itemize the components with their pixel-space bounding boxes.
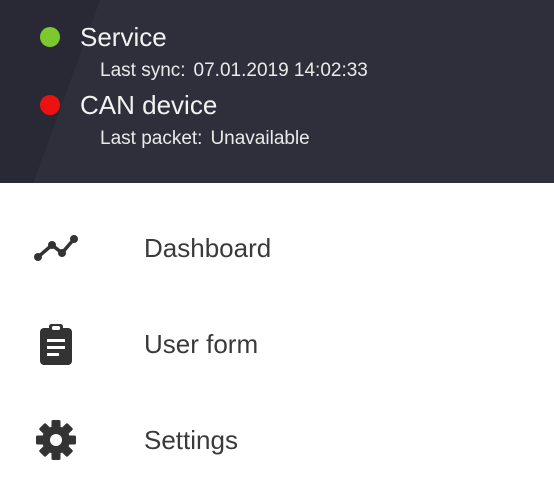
- can-device-status-dot: [40, 95, 60, 115]
- can-device-title: CAN device: [80, 90, 218, 120]
- menu-item-dashboard[interactable]: Dashboard: [0, 200, 554, 296]
- timeline-icon: [32, 224, 80, 272]
- menu-item-settings-label: Settings: [144, 425, 238, 455]
- last-sync-value: 07.01.2019 14:02:33: [193, 60, 368, 81]
- gear-icon: [32, 416, 80, 464]
- service-status-dot: [40, 27, 60, 47]
- last-packet-label: Last packet:: [100, 128, 203, 149]
- menu-item-user-form-label: User form: [144, 329, 259, 359]
- menu-item-user-form[interactable]: User form: [0, 296, 554, 392]
- clipboard-icon: [32, 320, 80, 368]
- last-sync-label: Last sync:: [100, 60, 186, 81]
- last-packet-value: Unavailable: [210, 128, 310, 149]
- can-device-last-packet: Last packet: Unavailable: [100, 128, 310, 150]
- menu-item-dashboard-label: Dashboard: [144, 233, 272, 263]
- menu-item-settings[interactable]: Settings: [0, 392, 554, 488]
- service-title: Service: [80, 22, 167, 52]
- service-last-sync: Last sync: 07.01.2019 14:02:33: [100, 60, 368, 82]
- drawer-header: Service Last sync: 07.01.2019 14:02:33 CA…: [0, 0, 554, 183]
